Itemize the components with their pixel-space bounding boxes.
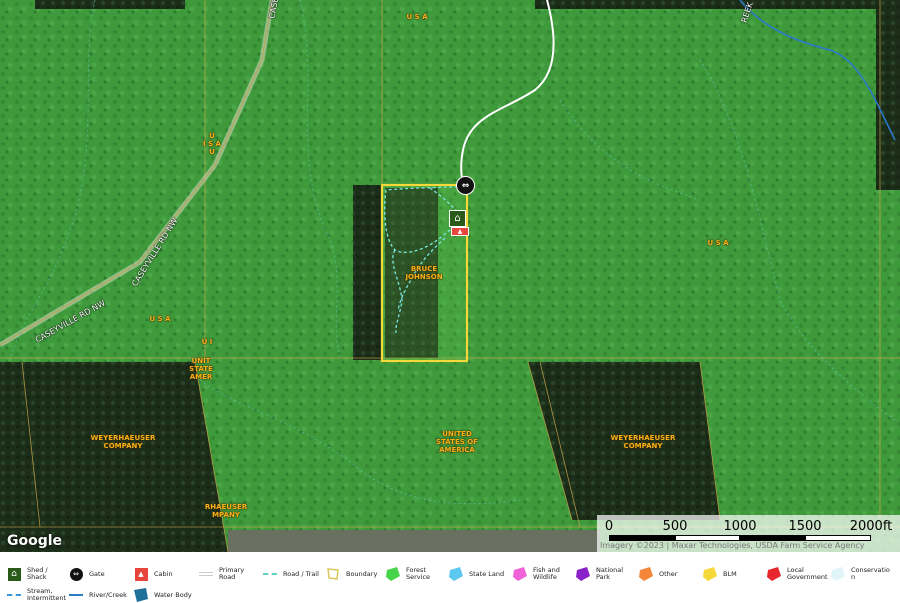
scale-tick-label: 500 [662, 519, 688, 534]
legend-item-road-trail: Road / Trail [262, 566, 319, 582]
legend-item-river-creek: River/Creek [68, 587, 127, 603]
legend-item-blm: BLM [702, 566, 737, 582]
cabin-icon: ▲ [457, 227, 463, 235]
other-swatch [638, 566, 654, 582]
conservation-swatch [830, 566, 846, 582]
parcel-label: UNITED STATES OF AMERICA [436, 430, 478, 454]
legend-item-state-land: State Land [448, 566, 504, 582]
bare-ground [228, 530, 600, 552]
scale-tick-label: 2000ft [849, 519, 893, 534]
legend-label: Stream, Intermittent [27, 587, 67, 602]
parcel-label: U I S A U [203, 132, 221, 156]
scale-tick-label: 0 [604, 519, 614, 534]
boundary-icon [325, 566, 341, 582]
legend-item-forest-service: Forest Service [385, 566, 430, 582]
scale-tick-label: 1000 [723, 519, 757, 534]
parcel-label: U S A [707, 239, 729, 247]
parcel-label: WEYERHAEUSER COMPANY [610, 434, 676, 450]
trail-icon [262, 566, 278, 582]
legend-label: River/Creek [89, 590, 127, 599]
legend-label: Boundary [346, 569, 378, 578]
google-logo[interactable]: Google [7, 533, 62, 549]
private-parcel-sw [0, 362, 228, 552]
legend-item-national-park: National Park [575, 566, 623, 582]
legend-item-stream: Stream, Intermittent [6, 587, 66, 603]
parcel-label: BRUCE JOHNSON [405, 265, 443, 281]
legend-label: Road / Trail [283, 569, 319, 578]
forest-service-swatch [385, 566, 401, 582]
legend-label: National Park [596, 566, 624, 581]
legend-item-boundary: Boundary [325, 566, 377, 582]
gate-icon: ⇔ [461, 180, 470, 191]
scale-tick-label: 1500 [788, 519, 822, 534]
legend-label: Local Government [787, 566, 828, 581]
map-view[interactable]: ⇔ ⌂ ▲ U S A U I S A U U S A U S A U I UN… [0, 0, 900, 552]
legend-item-water-body: Water Body [133, 587, 192, 603]
private-strip-left [353, 185, 382, 360]
stream-icon [6, 587, 22, 603]
map-legend: ⌂ Shed / Shack ⇔ Gate ▲ Cabin Primary Ro… [0, 552, 900, 602]
gate-icon: ⇔ [68, 566, 84, 582]
local-government-swatch [766, 566, 782, 582]
map-attribution[interactable]: Imagery ©2023 | Maxar Technologies, USDA… [600, 541, 865, 550]
legend-item-fish-wildlife: Fish and Wildlife [512, 566, 560, 582]
legend-item-conservation: Conservatio n [830, 566, 890, 582]
shed-icon: ⌂ [6, 566, 22, 582]
blm-swatch [702, 566, 718, 582]
national-park-swatch [575, 566, 591, 582]
legend-label: Fish and Wildlife [533, 566, 560, 581]
water-body-swatch [133, 587, 149, 603]
legend-label: Other [659, 569, 678, 578]
parcel-label: WEYERHAEUSER COMPANY [90, 434, 156, 450]
parcel-label: U S A [149, 315, 171, 323]
fish-wildlife-swatch [512, 566, 528, 582]
legend-label: Forest Service [406, 566, 431, 581]
legend-item-primary-road: Primary Road [198, 566, 244, 582]
legend-label: BLM [723, 569, 737, 578]
legend-label: Conservatio n [851, 566, 890, 581]
cabin-icon: ▲ [133, 566, 149, 582]
parcel-label: U S A [406, 13, 428, 21]
legend-item-shed: ⌂ Shed / Shack [6, 566, 48, 582]
legend-label: Primary Road [219, 566, 245, 581]
cabin-marker[interactable]: ▲ [451, 227, 469, 236]
legend-label: Water Body [154, 590, 192, 599]
private-strip-ne [535, 0, 900, 9]
legend-item-gate: ⇔ Gate [68, 566, 105, 582]
legend-label: State Land [469, 569, 505, 578]
shed-icon: ⌂ [454, 212, 461, 224]
legend-item-cabin: ▲ Cabin [133, 566, 173, 582]
legend-label: Gate [89, 569, 105, 578]
legend-item-local-government: Local Government [766, 566, 828, 582]
parcel-label: UNIT STATE AMER [189, 357, 213, 381]
legend-item-other: Other [638, 566, 677, 582]
legend-label: Cabin [154, 569, 173, 578]
primary-road-icon [198, 566, 214, 582]
shed-marker[interactable]: ⌂ [449, 210, 466, 227]
parcel-label: RHAEUSER MPANY [204, 503, 248, 519]
legend-label: Shed / Shack [27, 566, 48, 581]
parcel-label: U I [201, 338, 213, 346]
gate-marker[interactable]: ⇔ [456, 176, 475, 195]
private-strip-north [35, 0, 185, 9]
state-land-swatch [448, 566, 464, 582]
river-icon [68, 587, 84, 603]
